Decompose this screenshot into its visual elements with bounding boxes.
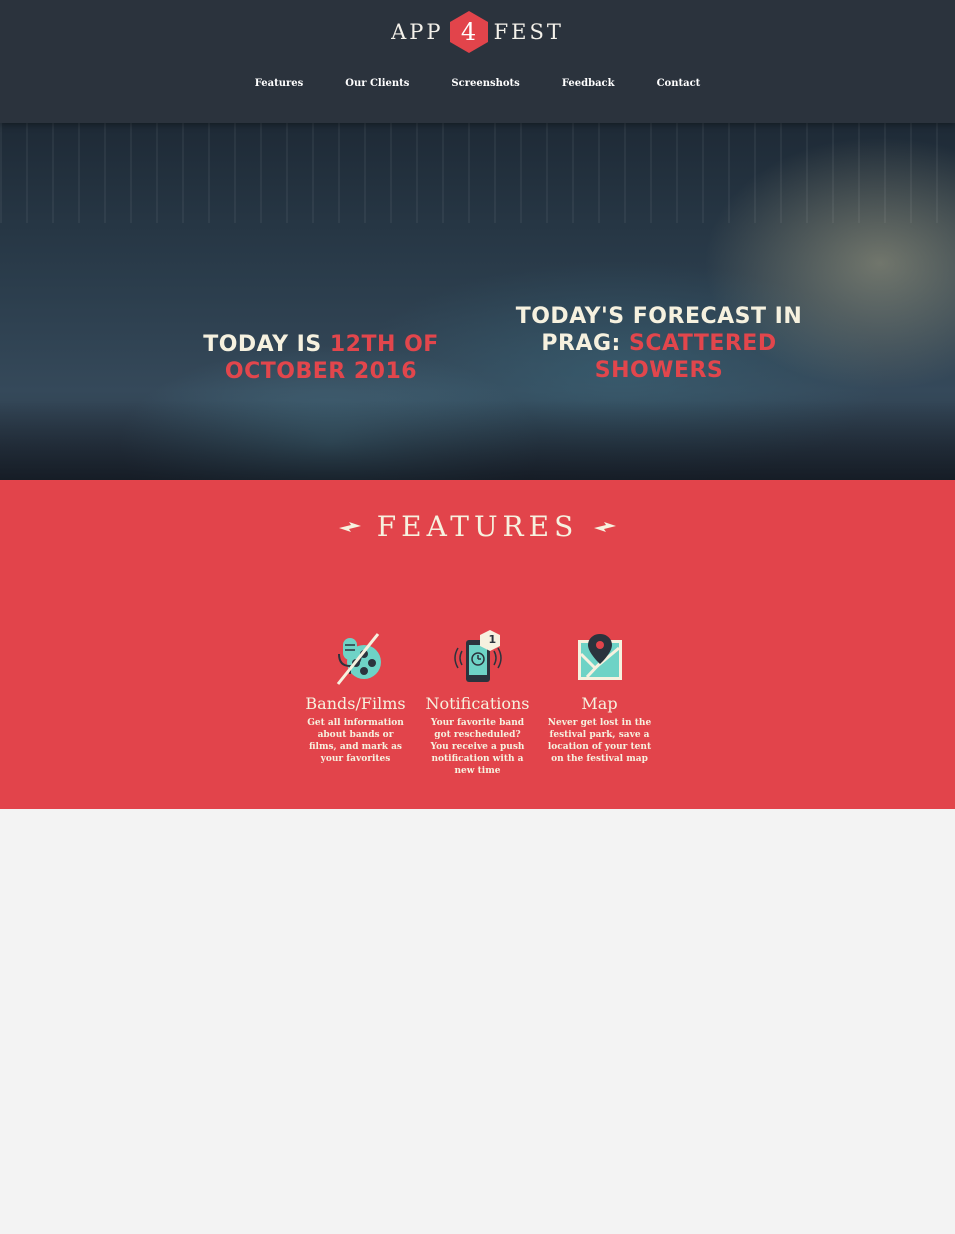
nav-item-contact[interactable]: Contact <box>636 78 722 89</box>
main-nav: Features Our Clients Screenshots Feedbac… <box>0 78 955 89</box>
hero-banner: Today is 12th of October 2016 Today's fo… <box>0 123 955 480</box>
features-title-row: FEATURES <box>0 510 955 543</box>
feature-notifications: 1 Notifications Your favorite band got r… <box>417 630 539 777</box>
feature-bands-films: Bands/Films Get all information about ba… <box>295 630 417 777</box>
feature-title: Notifications <box>425 694 530 713</box>
today-date: Today is 12th of October 2016 <box>190 331 452 385</box>
phone-notification-icon: 1 <box>417 630 539 686</box>
feature-map: Map Never get lost in the festival park,… <box>539 630 661 777</box>
feature-title: Bands/Films <box>305 694 406 713</box>
nav-item-feedback[interactable]: Feedback <box>541 78 636 89</box>
feature-description: Never get lost in the festival park, sav… <box>547 718 652 764</box>
features-section: FEATURES Bands/Films Get all information… <box>0 480 955 809</box>
logo-text-right: FEST <box>493 20 564 44</box>
feature-description: Get all information about bands or films… <box>307 718 404 764</box>
concert-crowd <box>0 400 955 480</box>
lightning-bolt-icon <box>594 521 617 532</box>
lightning-bolt-icon <box>338 521 361 532</box>
logo-hexagon: 4 <box>446 9 492 55</box>
feature-description: Your favorite band got rescheduled? You … <box>430 718 525 776</box>
stage-lighting-rig <box>0 123 955 223</box>
nav-item-screenshots[interactable]: Screenshots <box>430 78 540 89</box>
feature-list: Bands/Films Get all information about ba… <box>0 630 955 777</box>
feature-title: Map <box>581 694 618 713</box>
map-pin-icon <box>539 630 661 686</box>
site-header: APP 4 FEST Features Our Clients Screensh… <box>0 0 955 123</box>
nav-item-our-clients[interactable]: Our Clients <box>324 78 430 89</box>
forecast-value: Scattered Showers <box>594 331 777 383</box>
logo-text-left: APP <box>391 20 444 44</box>
date-prefix: Today is <box>203 332 322 357</box>
nav-item-features[interactable]: Features <box>234 78 325 89</box>
logo-number: 4 <box>460 18 477 46</box>
features-heading: FEATURES <box>376 510 579 543</box>
today-forecast: Today's forecast in Prag: Scattered Show… <box>500 303 818 384</box>
microphone-film-reel-icon <box>295 630 417 686</box>
logo[interactable]: APP 4 FEST <box>0 8 955 56</box>
